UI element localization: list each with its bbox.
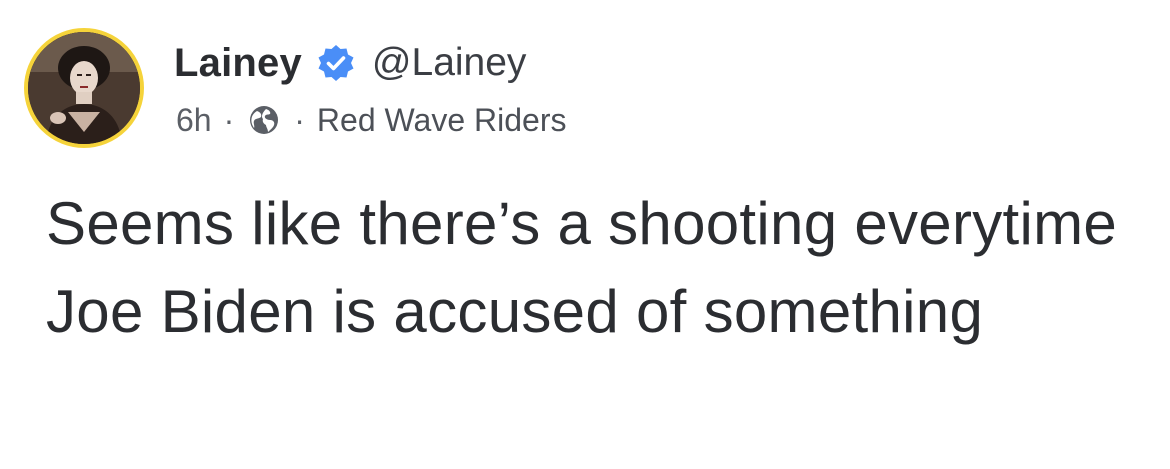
author-handle[interactable]: @Lainey [372, 41, 527, 85]
author-name[interactable]: Lainey [174, 41, 302, 86]
verified-badge-icon [316, 43, 356, 83]
post-body-text: Seems like there’s a shooting everytime … [46, 190, 1118, 345]
post-card: Lainey @Lainey 6h · · Red Wave Riders Se… [0, 0, 1170, 469]
post-meta: 6h · · Red Wave Riders [176, 98, 566, 142]
separator-dot: · [223, 101, 235, 138]
globe-icon [246, 102, 282, 138]
group-name[interactable]: Red Wave Riders [317, 102, 567, 139]
avatar-image [28, 32, 140, 144]
separator-dot: · [294, 101, 305, 138]
author-row: Lainey @Lainey [174, 38, 526, 88]
avatar[interactable] [24, 28, 144, 148]
post-time[interactable]: 6h [176, 102, 212, 139]
